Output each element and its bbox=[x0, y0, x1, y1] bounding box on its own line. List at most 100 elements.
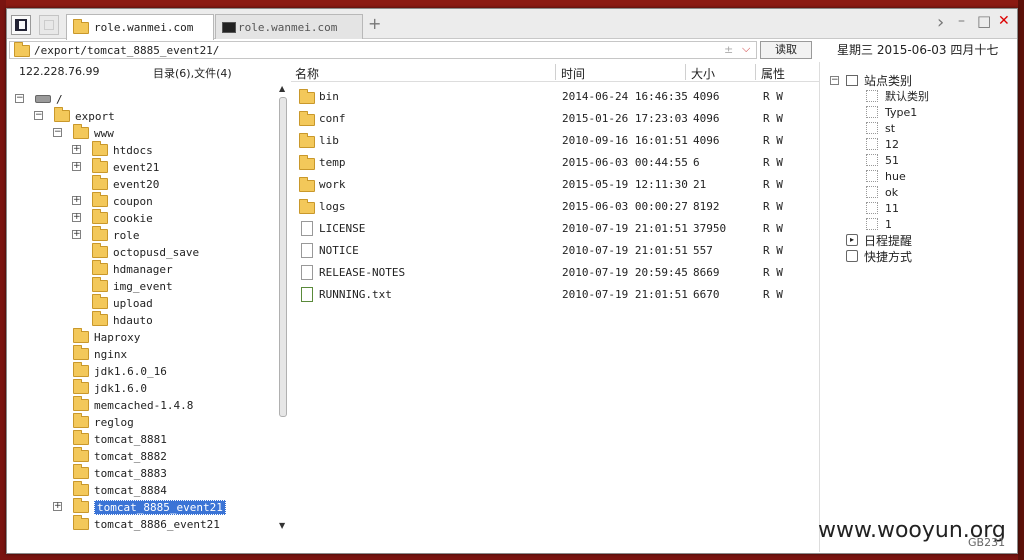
read-button[interactable]: 读取 bbox=[760, 41, 812, 59]
tree-item-label: www bbox=[94, 126, 114, 140]
expand-icon[interactable]: + bbox=[72, 196, 81, 205]
expand-icon[interactable]: + bbox=[53, 502, 62, 511]
tree-item[interactable]: + event21 bbox=[72, 158, 159, 175]
chevron-down-icon[interactable]: ⌵ bbox=[742, 42, 750, 56]
tree-item[interactable]: Haproxy bbox=[53, 328, 141, 345]
minimize-button[interactable]: – bbox=[958, 13, 965, 29]
reminder-icon: ▸ bbox=[846, 234, 858, 246]
background-desktop bbox=[0, 0, 1024, 8]
tree-item[interactable]: + htdocs bbox=[72, 141, 153, 158]
chevron-right-icon[interactable]: › bbox=[937, 12, 944, 33]
address-bar: /export/tomcat_8885_event21/ ± ⌵ 读取 bbox=[7, 40, 817, 60]
tree-item[interactable]: jdk1.6.0_16 bbox=[53, 362, 167, 379]
category-item-label: hue bbox=[885, 169, 906, 183]
tree-item-label: event20 bbox=[113, 177, 160, 191]
panel-toggle-button[interactable] bbox=[11, 15, 31, 35]
clear-icon[interactable]: ± bbox=[724, 43, 733, 56]
category-item[interactable]: hue bbox=[866, 168, 906, 184]
tree-scrollbar[interactable]: ▲ ▼ bbox=[277, 84, 289, 537]
tab-terminal[interactable]: role.wanmei.com bbox=[215, 14, 363, 39]
file-row[interactable]: RELEASE-NOTES 2010-07-19 20:59:45 8669 R W bbox=[291, 262, 819, 284]
file-row[interactable]: temp 2015-06-03 00:44:55 6 R W bbox=[291, 152, 819, 174]
tree-item-label: nginx bbox=[94, 347, 128, 361]
tree-item[interactable]: img_event bbox=[72, 277, 173, 294]
tree-item-label: octopusd_save bbox=[113, 245, 200, 259]
tree-item[interactable]: tomcat_8881 bbox=[53, 430, 167, 447]
tree-item[interactable]: reglog bbox=[53, 413, 134, 430]
tree-item[interactable]: − export bbox=[34, 107, 115, 124]
tree-item[interactable]: tomcat_8882 bbox=[53, 447, 167, 464]
file-row[interactable]: conf 2015-01-26 17:23:03 4096 R W bbox=[291, 108, 819, 130]
tree-item[interactable]: + role bbox=[72, 226, 140, 243]
folder-icon bbox=[299, 155, 315, 170]
category-item[interactable]: 51 bbox=[866, 152, 899, 168]
tree-item[interactable]: hdmanager bbox=[72, 260, 173, 277]
column-attr[interactable]: 属性 bbox=[761, 65, 785, 82]
path-input[interactable]: /export/tomcat_8885_event21/ ± ⌵ bbox=[9, 41, 757, 59]
category-item[interactable]: ok bbox=[866, 184, 898, 200]
tree-item[interactable]: + cookie bbox=[72, 209, 153, 226]
new-tab-button[interactable]: + bbox=[368, 14, 381, 33]
file-manager-window: role.wanmei.com role.wanmei.com + › – □ … bbox=[6, 8, 1018, 554]
tree-item[interactable]: tomcat_8884 bbox=[53, 481, 167, 498]
file-row[interactable]: NOTICE 2010-07-19 21:01:51 557 R W bbox=[291, 240, 819, 262]
column-name[interactable]: 名称 bbox=[295, 65, 319, 82]
file-row[interactable]: logs 2015-06-03 00:00:27 8192 R W bbox=[291, 196, 819, 218]
tree-item[interactable]: − / bbox=[15, 91, 63, 107]
column-size[interactable]: 大小 bbox=[691, 65, 715, 82]
expand-icon[interactable]: + bbox=[72, 213, 81, 222]
tree-item[interactable]: tomcat_8883 bbox=[53, 464, 167, 481]
tree-item[interactable]: upload bbox=[72, 294, 153, 311]
tree-item[interactable]: tomcat_8886_event21 bbox=[53, 515, 220, 532]
folder-icon bbox=[92, 175, 108, 190]
tree-item-label: Haproxy bbox=[94, 330, 141, 344]
collapse-icon[interactable]: − bbox=[15, 94, 24, 103]
collapse-icon[interactable]: − bbox=[830, 75, 839, 85]
folder-icon bbox=[73, 515, 89, 530]
close-button[interactable]: ✕ bbox=[998, 13, 1010, 29]
maximize-button[interactable]: □ bbox=[977, 12, 991, 30]
column-time[interactable]: 时间 bbox=[561, 65, 585, 82]
file-row[interactable]: RUNNING.txt 2010-07-19 21:01:51 6670 R W bbox=[291, 284, 819, 306]
tree-item[interactable]: octopusd_save bbox=[72, 243, 200, 260]
folder-icon bbox=[73, 124, 89, 139]
tree-item[interactable]: + coupon bbox=[72, 192, 153, 209]
file-row[interactable]: lib 2010-09-16 16:01:51 4096 R W bbox=[291, 130, 819, 152]
folder-icon bbox=[299, 177, 315, 192]
blank-button[interactable] bbox=[39, 15, 59, 35]
file-row[interactable]: LICENSE 2010-07-19 21:01:51 37950 R W bbox=[291, 218, 819, 240]
tree-item[interactable]: hdauto bbox=[72, 311, 153, 328]
schedule-reminder[interactable]: ▸ 日程提醒 bbox=[846, 232, 912, 248]
tree-item[interactable]: event20 bbox=[72, 175, 160, 192]
shortcuts[interactable]: 快捷方式 bbox=[846, 248, 912, 264]
scroll-thumb[interactable] bbox=[279, 97, 287, 417]
file-time: 2010-07-19 21:01:51 bbox=[562, 288, 688, 301]
scroll-up-icon[interactable]: ▲ bbox=[279, 84, 285, 93]
category-item[interactable]: Type1 bbox=[866, 104, 917, 120]
tree-item-label: upload bbox=[113, 296, 153, 310]
category-item[interactable]: 11 bbox=[866, 200, 899, 216]
expand-icon[interactable]: + bbox=[72, 230, 81, 239]
category-item[interactable]: 12 bbox=[866, 136, 899, 152]
tree-item[interactable]: jdk1.6.0 bbox=[53, 379, 147, 396]
expand-icon[interactable]: + bbox=[72, 162, 81, 171]
tab-folder[interactable]: role.wanmei.com bbox=[66, 14, 214, 40]
file-attr: R W bbox=[763, 266, 783, 279]
tree-item[interactable]: memcached-1.4.8 bbox=[53, 396, 193, 413]
collapse-icon[interactable]: − bbox=[53, 128, 62, 137]
file-row[interactable]: bin 2014-06-24 16:46:35 4096 R W bbox=[291, 86, 819, 108]
category-item[interactable]: st bbox=[866, 120, 895, 136]
file-name: LICENSE bbox=[319, 222, 366, 235]
category-item[interactable]: 默认类别 bbox=[866, 88, 929, 104]
expand-icon[interactable]: + bbox=[72, 145, 81, 154]
site-category-root[interactable]: − 站点类别 bbox=[830, 72, 912, 88]
tree-item[interactable]: − www bbox=[53, 124, 114, 141]
file-row[interactable]: work 2015-05-19 12:11:30 21 R W bbox=[291, 174, 819, 196]
collapse-icon[interactable]: − bbox=[34, 111, 43, 120]
category-item[interactable]: 1 bbox=[866, 216, 892, 232]
file-icon bbox=[301, 243, 313, 258]
tree-item[interactable]: nginx bbox=[53, 345, 128, 362]
scroll-down-icon[interactable]: ▼ bbox=[279, 521, 285, 530]
file-name: bin bbox=[319, 90, 339, 103]
tree-item[interactable]: + tomcat_8885_event21 bbox=[53, 498, 226, 515]
